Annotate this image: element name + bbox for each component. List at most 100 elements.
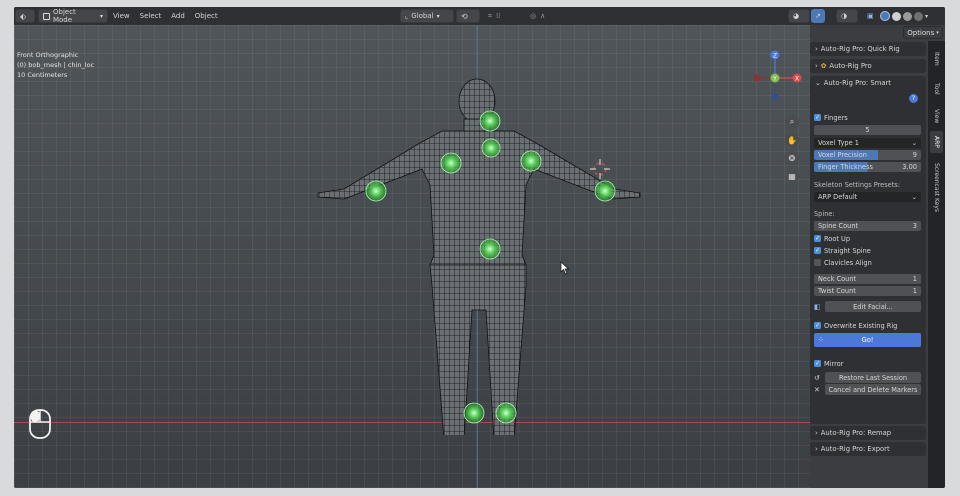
gizmo-toggle[interactable]: ↗: [811, 9, 825, 23]
clavicles-align-checkbox[interactable]: Clavicles Align: [814, 257, 921, 268]
fingers-checkbox[interactable]: ✓ Fingers: [814, 112, 921, 123]
navigation-gizmo[interactable]: Z X Y: [749, 45, 809, 107]
proportional-edit-icon[interactable]: ◎: [530, 12, 536, 20]
cancel-markers-button[interactable]: Cancel and Delete Markers: [825, 384, 921, 395]
marker-wrist-right[interactable]: [365, 180, 387, 202]
overwrite-rig-checkbox[interactable]: ✓ Overwrite Existing Rig: [814, 320, 921, 331]
menu-object[interactable]: Object: [190, 12, 223, 20]
mode-label: Object Mode: [52, 8, 76, 24]
arp-logo-icon: ✿: [820, 61, 827, 70]
marker-shoulder-right[interactable]: [440, 152, 462, 174]
panel-remap[interactable]: › Auto-Rig Pro: Remap: [810, 426, 926, 440]
straight-spine-checkbox[interactable]: ✓ Straight Spine: [814, 245, 921, 256]
panel-smart-header[interactable]: ⌄ Auto-Rig Pro: Smart: [810, 76, 926, 89]
panel-title: Auto-Rig Pro: [829, 61, 872, 70]
material-shading-icon[interactable]: [903, 11, 912, 21]
go-label: Go!: [861, 335, 874, 344]
gizmo-neg-z-axis[interactable]: [771, 93, 779, 101]
finger-count-field[interactable]: 5: [814, 124, 921, 135]
mirror-checkbox[interactable]: ✓ Mirror: [814, 358, 921, 369]
help-icon[interactable]: ?: [909, 94, 918, 103]
finger-thickness-label: Finger Thickness: [818, 162, 873, 171]
twist-count-field[interactable]: Twist Count 1: [814, 285, 921, 296]
finger-thickness-value: 3.00: [902, 162, 917, 171]
chevron-down-icon: ▾: [436, 12, 440, 20]
grid-scale-text: 10 Centimeters: [17, 71, 68, 79]
marker-shoulder-left[interactable]: [520, 150, 542, 172]
marker-wrist-left[interactable]: [594, 180, 616, 202]
snap-target-icon[interactable]: ⁞⁞: [496, 12, 500, 20]
shading-options-icon[interactable]: ▾: [925, 13, 928, 20]
gizmo-neg-x-axis[interactable]: [753, 74, 761, 82]
tab-item[interactable]: Item: [930, 47, 943, 71]
panel-quick-rig[interactable]: › Auto-Rig Pro: Quick Rig: [810, 42, 926, 56]
options-dropdown[interactable]: Options ▾: [903, 26, 943, 39]
spine-section-label: Spine:: [814, 209, 835, 218]
finger-thickness-slider[interactable]: Finger Thickness 3.00: [814, 161, 921, 172]
pivot-point-dropdown[interactable]: ⟲: [456, 9, 480, 23]
rendered-shading-icon[interactable]: [914, 11, 923, 21]
viewport-info-overlay: Front Orthographic (0) bob_mesh | chin_l…: [17, 50, 94, 80]
view-name-text: Front Orthographic: [17, 51, 79, 59]
pan-hand-icon[interactable]: ✋: [785, 133, 799, 147]
screen-frame: ⬖ Object Mode ▾ View Select Add Object ⌞…: [0, 0, 960, 496]
panel-auto-rig-pro[interactable]: › ✿ Auto-Rig Pro: [810, 59, 926, 73]
panel-export[interactable]: › Auto-Rig Pro: Export: [810, 442, 926, 456]
marker-foot-right[interactable]: [463, 402, 485, 424]
menu-add[interactable]: Add: [166, 12, 190, 20]
straight-spine-label: Straight Spine: [824, 246, 871, 255]
object-mode-icon: [43, 12, 50, 20]
snapping-group: ⌗ ⁞⁞: [484, 9, 524, 23]
root-up-checkbox[interactable]: ✓ Root Up: [814, 233, 921, 244]
camera-view-icon[interactable]: ❂: [785, 151, 799, 165]
3d-viewport[interactable]: Front Orthographic (0) bob_mesh | chin_l…: [14, 25, 810, 488]
transform-orientation-dropdown[interactable]: ⌞ Global ▾: [400, 9, 454, 23]
tab-view[interactable]: View: [930, 105, 943, 127]
menu-select[interactable]: Select: [135, 12, 167, 20]
restore-session-button[interactable]: Restore Last Session: [825, 372, 921, 383]
clavicles-align-label: Clavicles Align: [824, 258, 872, 267]
marker-chin[interactable]: [479, 110, 501, 132]
go-button[interactable]: ⁘ Go!: [814, 332, 921, 347]
wireframe-shading-icon[interactable]: [880, 11, 890, 21]
shading-modes: ▾: [880, 11, 928, 21]
viewport-header: ⬖ Object Mode ▾ View Select Add Object ⌞…: [14, 7, 945, 25]
neck-count-label: Neck Count: [818, 274, 857, 283]
skeleton-preset-dropdown[interactable]: ARP Default ⌄: [814, 191, 921, 202]
xray-toggle[interactable]: ▣: [863, 9, 877, 23]
chevron-right-icon: ›: [815, 44, 818, 53]
marker-pelvis[interactable]: [479, 238, 501, 260]
editor-type-button[interactable]: ⬖: [15, 9, 35, 23]
checkbox-icon: ✓: [814, 322, 821, 329]
neck-count-field[interactable]: Neck Count 1: [814, 273, 921, 284]
svg-text:X: X: [795, 76, 799, 83]
marker-foot-left[interactable]: [495, 402, 517, 424]
close-icon: ✕: [814, 385, 820, 394]
marker-neck[interactable]: [481, 138, 501, 158]
mode-dropdown[interactable]: Object Mode ▾: [38, 8, 108, 24]
skeleton-presets-label: Skeleton Settings Presets:: [814, 180, 900, 189]
spine-count-field[interactable]: Spine Count 3: [814, 220, 921, 231]
finger-count-value: 5: [865, 125, 870, 134]
solid-shading-icon[interactable]: [892, 11, 901, 21]
voxel-precision-slider[interactable]: Voxel Precision 9: [814, 149, 921, 160]
options-label: Options: [907, 28, 935, 37]
ortho-grid-icon[interactable]: ▦: [785, 169, 799, 183]
fingers-label: Fingers: [824, 113, 848, 122]
tab-tool[interactable]: Tool: [930, 77, 943, 101]
zoom-icon[interactable]: ⌕: [785, 115, 799, 129]
visibility-dropdown[interactable]: ◕: [788, 9, 810, 23]
character-wireframe-mesh[interactable]: [314, 65, 644, 435]
menu-view[interactable]: View: [108, 12, 135, 20]
edit-facial-button[interactable]: Edit Facial...: [825, 301, 921, 312]
panel-smart: ⌄ Auto-Rig Pro: Smart ? ✓ Fingers 5 Voxel …: [810, 76, 926, 424]
falloff-icon[interactable]: ∧: [540, 12, 545, 20]
restore-icon: ↺: [814, 373, 820, 382]
tab-screencast-keys[interactable]: Screencast Keys: [930, 157, 943, 217]
voxel-type-dropdown[interactable]: Voxel Type 1 ⌄: [814, 137, 921, 148]
tab-arp[interactable]: ARP: [930, 131, 943, 153]
snap-icon[interactable]: ⌗: [488, 12, 492, 21]
blender-window: ⬖ Object Mode ▾ View Select Add Object ⌞…: [14, 7, 945, 488]
chevron-down-icon: ⌄: [815, 78, 821, 87]
overlays-dropdown[interactable]: ◑: [836, 9, 858, 23]
